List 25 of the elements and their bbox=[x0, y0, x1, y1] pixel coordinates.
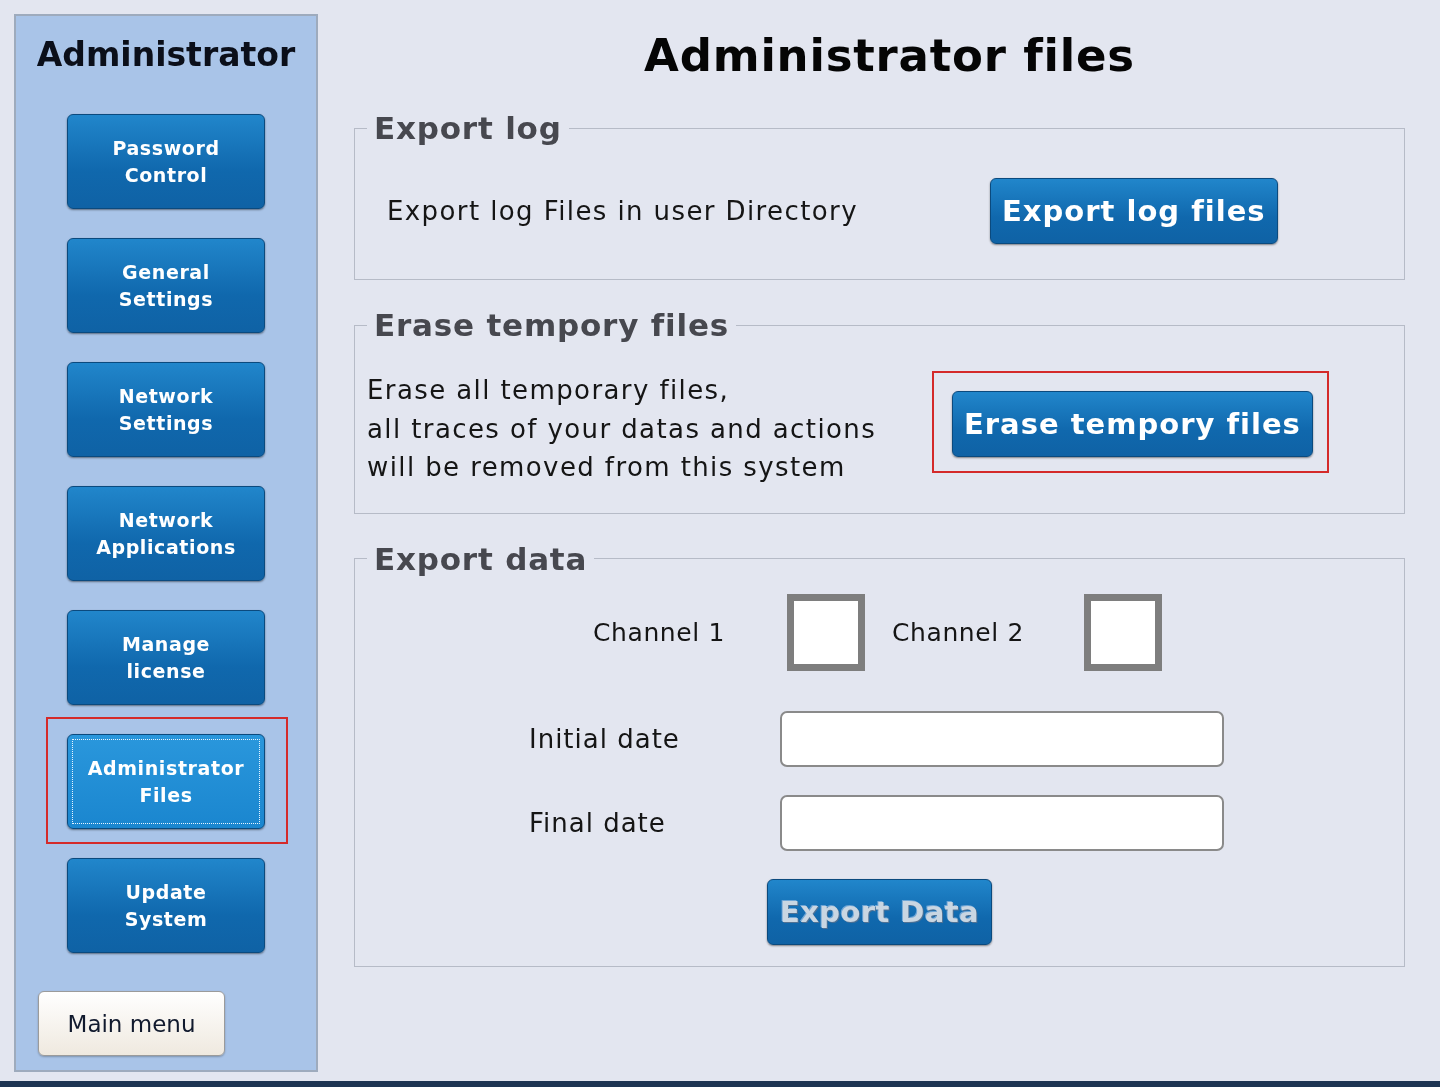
nav-button[interactable]: Network Applications bbox=[67, 486, 265, 581]
section-description: Erase all temporary files, all traces of your datas and actions will be removed from this system bbox=[367, 374, 878, 484]
channel-checkbox[interactable] bbox=[1084, 593, 1162, 671]
action-button[interactable]: Erase tempory files bbox=[952, 391, 1313, 457]
section-description: Export log Files in user Directory bbox=[387, 194, 859, 228]
nav-button[interactable]: Administrator Files bbox=[67, 734, 265, 829]
sidebar-title: Administrator bbox=[36, 35, 296, 75]
field-label: Final date bbox=[529, 807, 667, 838]
section-title: Export log bbox=[373, 111, 563, 145]
section-title: Erase tempory files bbox=[373, 308, 730, 342]
action-button[interactable]: Export log files bbox=[990, 178, 1278, 244]
nav-button[interactable]: Manage license bbox=[67, 610, 265, 705]
nav-button[interactable]: General Settings bbox=[67, 238, 265, 333]
channel-checkbox[interactable] bbox=[787, 593, 865, 671]
nav-button[interactable]: Password Control bbox=[67, 114, 265, 209]
channel-label: Channel 1 bbox=[593, 617, 726, 647]
section-title: Export data bbox=[373, 541, 589, 576]
nav-button[interactable]: Update System bbox=[67, 858, 265, 953]
page-title: Administrator files bbox=[643, 31, 1136, 81]
main-menu-button[interactable]: Main menu bbox=[38, 991, 225, 1056]
nav-button[interactable]: Network Settings bbox=[67, 362, 265, 457]
date-input-field[interactable] bbox=[780, 794, 1224, 851]
channel-label: Channel 2 bbox=[892, 617, 1025, 647]
field-label: Initial date bbox=[529, 723, 681, 754]
date-input-field[interactable] bbox=[780, 710, 1224, 767]
